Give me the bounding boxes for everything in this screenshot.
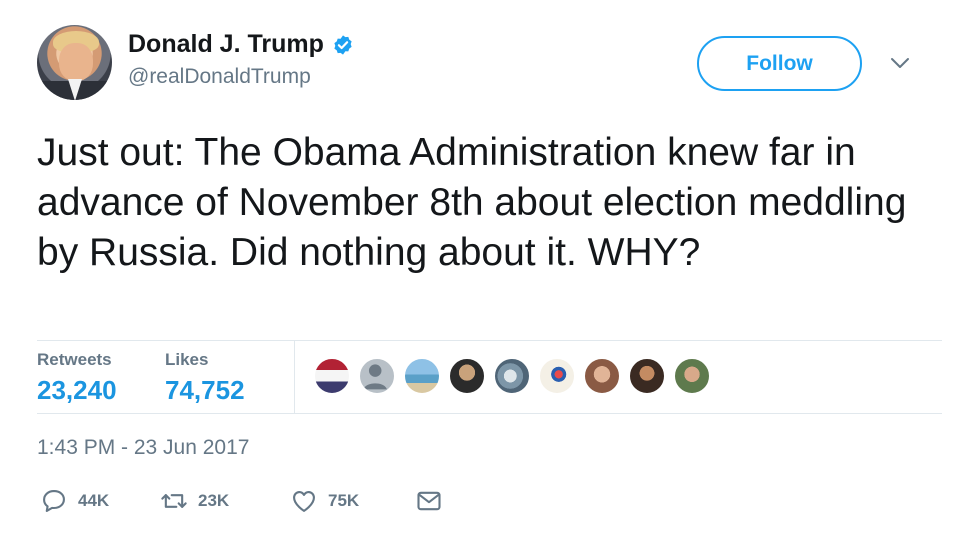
liker-avatar[interactable] xyxy=(358,357,396,395)
liker-avatar[interactable] xyxy=(673,357,711,395)
reply-action[interactable]: 44K xyxy=(40,487,109,515)
name-row: Donald J. Trump xyxy=(128,30,354,59)
liker-avatar[interactable] xyxy=(403,357,441,395)
liker-avatar[interactable] xyxy=(313,357,351,395)
reply-count: 44K xyxy=(78,491,110,510)
liker-avatar[interactable] xyxy=(583,357,621,395)
reply-icon xyxy=(43,490,65,512)
retweet-count: 23K xyxy=(198,491,230,510)
stats-bottom-divider xyxy=(37,413,942,414)
default-user-icon xyxy=(363,364,387,390)
chevron-down-icon[interactable] xyxy=(888,54,912,72)
like-count: 75K xyxy=(328,491,360,510)
direct-message-action[interactable] xyxy=(415,487,443,515)
liker-avatar[interactable] xyxy=(493,357,531,395)
tweet-text: Just out: The Obama Administration knew … xyxy=(37,131,907,274)
likes-count[interactable]: 74,752 xyxy=(165,375,245,406)
liker-avatar[interactable] xyxy=(628,357,666,395)
user-handle[interactable]: @realDonaldTrump xyxy=(128,65,311,89)
follow-button[interactable]: Follow xyxy=(697,36,862,91)
retweet-icon xyxy=(161,494,187,508)
likes-label[interactable]: Likes xyxy=(165,350,208,370)
retweets-label[interactable]: Retweets xyxy=(37,350,112,370)
liker-avatar[interactable] xyxy=(538,357,576,395)
liker-avatar[interactable] xyxy=(448,357,486,395)
avatar-face xyxy=(59,43,93,81)
stats-top-divider xyxy=(37,340,942,341)
avatar[interactable] xyxy=(37,25,112,100)
like-action[interactable]: 75K xyxy=(290,487,359,515)
heart-icon xyxy=(293,490,315,512)
envelope-icon xyxy=(417,491,441,511)
stats-vertical-divider xyxy=(294,341,295,413)
tweet-timestamp[interactable]: 1:43 PM - 23 Jun 2017 xyxy=(37,436,249,460)
verified-badge-icon xyxy=(334,34,352,55)
retweets-count[interactable]: 23,240 xyxy=(37,375,117,406)
display-name[interactable]: Donald J. Trump xyxy=(128,30,324,59)
retweet-action[interactable]: 23K xyxy=(160,487,229,515)
